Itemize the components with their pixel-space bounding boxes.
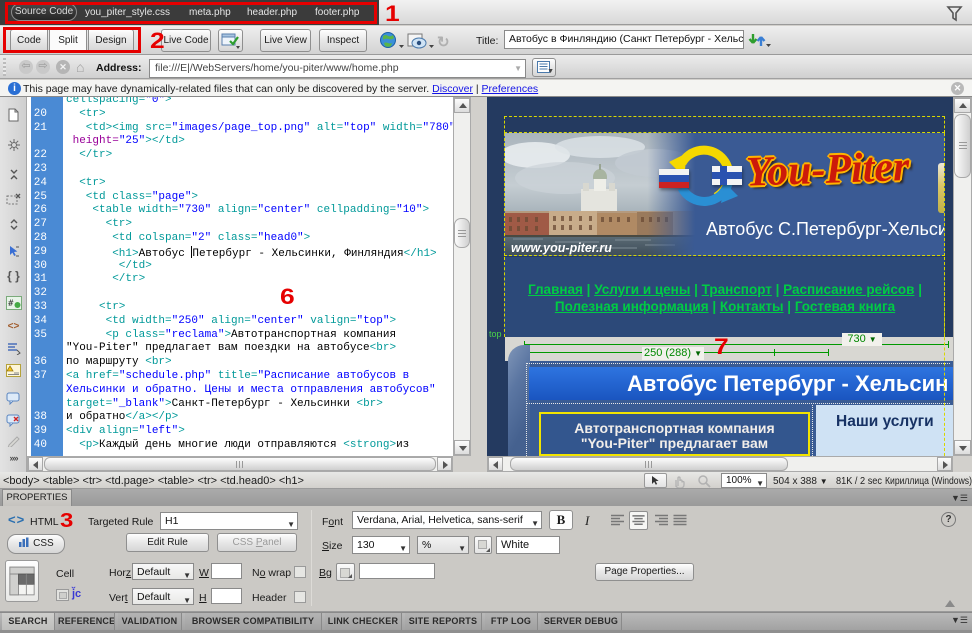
svg-text:#: # (8, 299, 14, 309)
